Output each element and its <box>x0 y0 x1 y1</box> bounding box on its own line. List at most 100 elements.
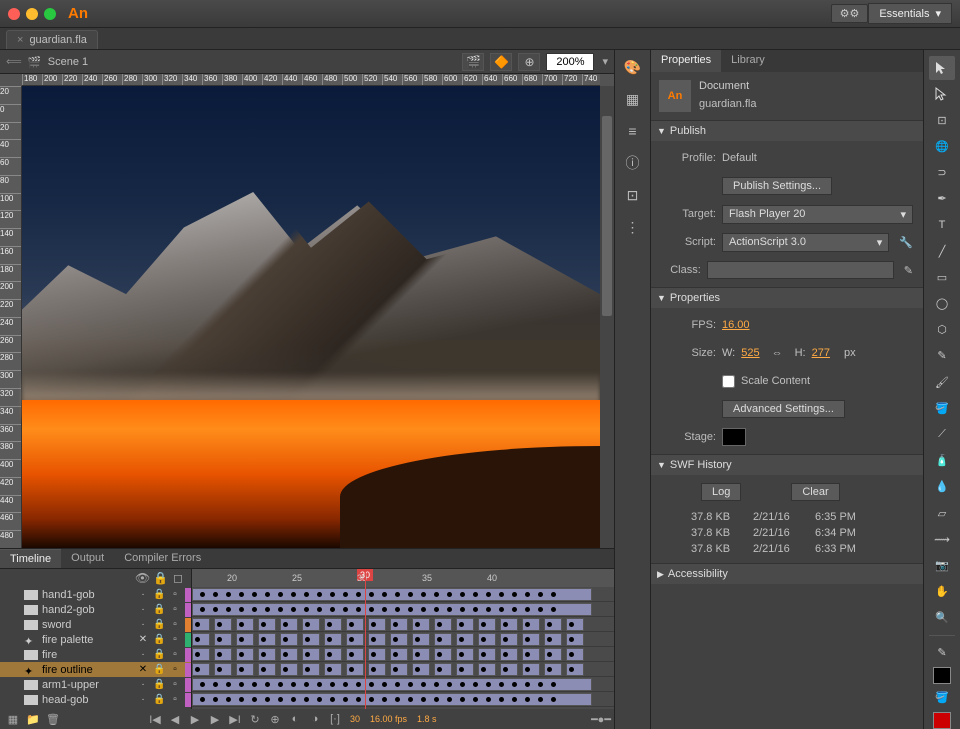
layer-row[interactable]: sword · 🔒 ▫ <box>0 617 191 632</box>
pencil-tool[interactable]: ✎ <box>929 344 955 368</box>
advanced-settings-button[interactable]: Advanced Settings... <box>722 400 845 418</box>
stroke-color-icon[interactable]: ✎ <box>929 641 955 665</box>
stage-color-swatch[interactable] <box>722 428 746 446</box>
lock-icon[interactable]: 🔒 <box>153 619 165 630</box>
loop-icon[interactable]: ↻ <box>246 711 264 727</box>
track-row[interactable] <box>192 662 614 677</box>
play-icon[interactable]: ▶ <box>186 711 204 727</box>
eraser-tool[interactable]: ▱ <box>929 501 955 525</box>
tab-output[interactable]: Output <box>61 549 114 568</box>
layer-row[interactable]: hand2-gob · 🔒 ▫ <box>0 602 191 617</box>
transform-panel-icon[interactable]: ⊡ <box>622 184 644 206</box>
stroke-swatch[interactable] <box>933 667 951 684</box>
scale-content-checkbox[interactable] <box>722 375 735 388</box>
brush-tool[interactable]: 🖌 <box>929 370 955 394</box>
hand-tool[interactable]: ✋ <box>929 579 955 603</box>
edit-frames-icon[interactable]: [·] <box>326 711 344 727</box>
sync-settings-button[interactable]: ⚙⚙ <box>831 4 869 23</box>
oval-tool[interactable]: ◯ <box>929 292 955 316</box>
outline-toggle[interactable]: ▫ <box>169 589 181 600</box>
delete-layer-icon[interactable]: 🗑 <box>44 711 62 727</box>
section-publish[interactable]: ▼Publish <box>651 121 923 141</box>
class-input[interactable] <box>707 261 894 279</box>
lock-icon[interactable]: 🔒 <box>153 679 165 690</box>
lock-icon[interactable]: 🔒 <box>153 664 165 675</box>
layer-color[interactable] <box>185 663 191 677</box>
fill-color-icon[interactable]: 🪣 <box>929 686 955 710</box>
stage-center-icon[interactable]: ⊕ <box>518 53 540 71</box>
scene-label[interactable]: Scene 1 <box>48 56 88 68</box>
layer-row[interactable]: fire · 🔒 ▫ <box>0 647 191 662</box>
outline-toggle[interactable]: ▫ <box>169 679 181 690</box>
track-row[interactable] <box>192 677 614 692</box>
outline-toggle[interactable]: ▫ <box>169 664 181 675</box>
minimize-window-icon[interactable] <box>26 8 38 20</box>
new-folder-icon[interactable]: 📁 <box>24 711 42 727</box>
width-tool[interactable]: ⟿ <box>929 527 955 551</box>
layer-color[interactable] <box>185 678 191 692</box>
subselection-tool[interactable] <box>929 82 955 106</box>
lasso-tool[interactable]: ⊃ <box>929 161 955 185</box>
layer-color[interactable] <box>185 693 191 707</box>
pen-tool[interactable]: ✒ <box>929 187 955 211</box>
swatches-panel-icon[interactable]: ▦ <box>622 88 644 110</box>
target-dropdown[interactable]: Flash Player 20▾ <box>722 205 913 224</box>
section-swf-history[interactable]: ▼SWF History <box>651 455 923 475</box>
layer-color[interactable] <box>185 603 191 617</box>
paint-bucket-tool[interactable]: 🪣 <box>929 396 955 420</box>
lock-icon[interactable]: 🔒 <box>153 589 165 600</box>
new-layer-icon[interactable]: ▦ <box>4 711 22 727</box>
text-tool[interactable]: T <box>929 213 955 237</box>
ruler-vertical[interactable]: 2002040608010012014016018020022024026028… <box>0 86 22 548</box>
current-frame[interactable]: 30 <box>350 714 360 724</box>
width-value[interactable]: 525 <box>741 347 759 359</box>
outline-toggle[interactable]: ▫ <box>169 619 181 630</box>
zoom-input[interactable]: 200% <box>546 53 594 71</box>
onion-skin-icon[interactable]: ◐ <box>286 711 304 727</box>
fill-swatch[interactable] <box>933 712 951 729</box>
layer-color[interactable] <box>185 648 191 662</box>
rectangle-tool[interactable]: ▭ <box>929 265 955 289</box>
wrench-icon[interactable]: 🔧 <box>899 236 913 249</box>
layer-color[interactable] <box>185 633 191 647</box>
tab-compiler-errors[interactable]: Compiler Errors <box>114 549 211 568</box>
lock-column-icon[interactable]: 🔒 <box>153 571 167 585</box>
close-window-icon[interactable] <box>8 8 20 20</box>
zoom-chevron-icon[interactable]: ▾ <box>602 55 608 68</box>
frame-ruler[interactable]: 30 2025303540 <box>192 569 614 587</box>
section-properties[interactable]: ▼Properties <box>651 288 923 308</box>
camera-tool[interactable]: 📷 <box>929 553 955 577</box>
tab-properties[interactable]: Properties <box>651 50 721 72</box>
visibility-column-icon[interactable]: 👁 <box>135 571 149 585</box>
layer-row[interactable]: arm1-upper · 🔒 ▫ <box>0 677 191 692</box>
lock-icon[interactable]: 🔒 <box>153 694 165 705</box>
align-panel-icon[interactable]: ≡ <box>622 120 644 142</box>
outline-toggle[interactable]: ▫ <box>169 694 181 705</box>
bone-tool[interactable]: ⟋ <box>929 422 955 446</box>
pencil-icon[interactable]: ✎ <box>904 264 913 277</box>
stage-content[interactable] <box>22 86 600 548</box>
next-frame-icon[interactable]: ▶ <box>206 711 224 727</box>
color-panel-icon[interactable]: 🎨 <box>622 56 644 78</box>
prev-frame-icon[interactable]: ◀ <box>166 711 184 727</box>
tab-library[interactable]: Library <box>721 50 775 72</box>
playhead-line[interactable] <box>365 569 366 709</box>
log-button[interactable]: Log <box>701 483 741 501</box>
height-value[interactable]: 277 <box>812 347 830 359</box>
polystar-tool[interactable]: ⬡ <box>929 318 955 342</box>
last-frame-icon[interactable]: ▶I <box>226 711 244 727</box>
section-accessibility[interactable]: ▶Accessibility <box>651 564 923 584</box>
first-frame-icon[interactable]: I◀ <box>146 711 164 727</box>
track-row[interactable] <box>192 602 614 617</box>
back-arrow-icon[interactable]: ⟸ <box>6 55 22 68</box>
layer-color[interactable] <box>185 588 191 602</box>
line-tool[interactable]: ╱ <box>929 239 955 263</box>
layer-row[interactable]: hand1-gob · 🔒 ▫ <box>0 587 191 602</box>
file-tab[interactable]: × guardian.fla <box>6 30 98 49</box>
vertical-scrollbar[interactable] <box>600 86 614 548</box>
clear-button[interactable]: Clear <box>791 483 839 501</box>
lock-icon[interactable]: 🔒 <box>153 604 165 615</box>
layer-color[interactable] <box>185 618 191 632</box>
ink-bottle-tool[interactable]: 🧴 <box>929 449 955 473</box>
outline-toggle[interactable]: ▫ <box>169 649 181 660</box>
